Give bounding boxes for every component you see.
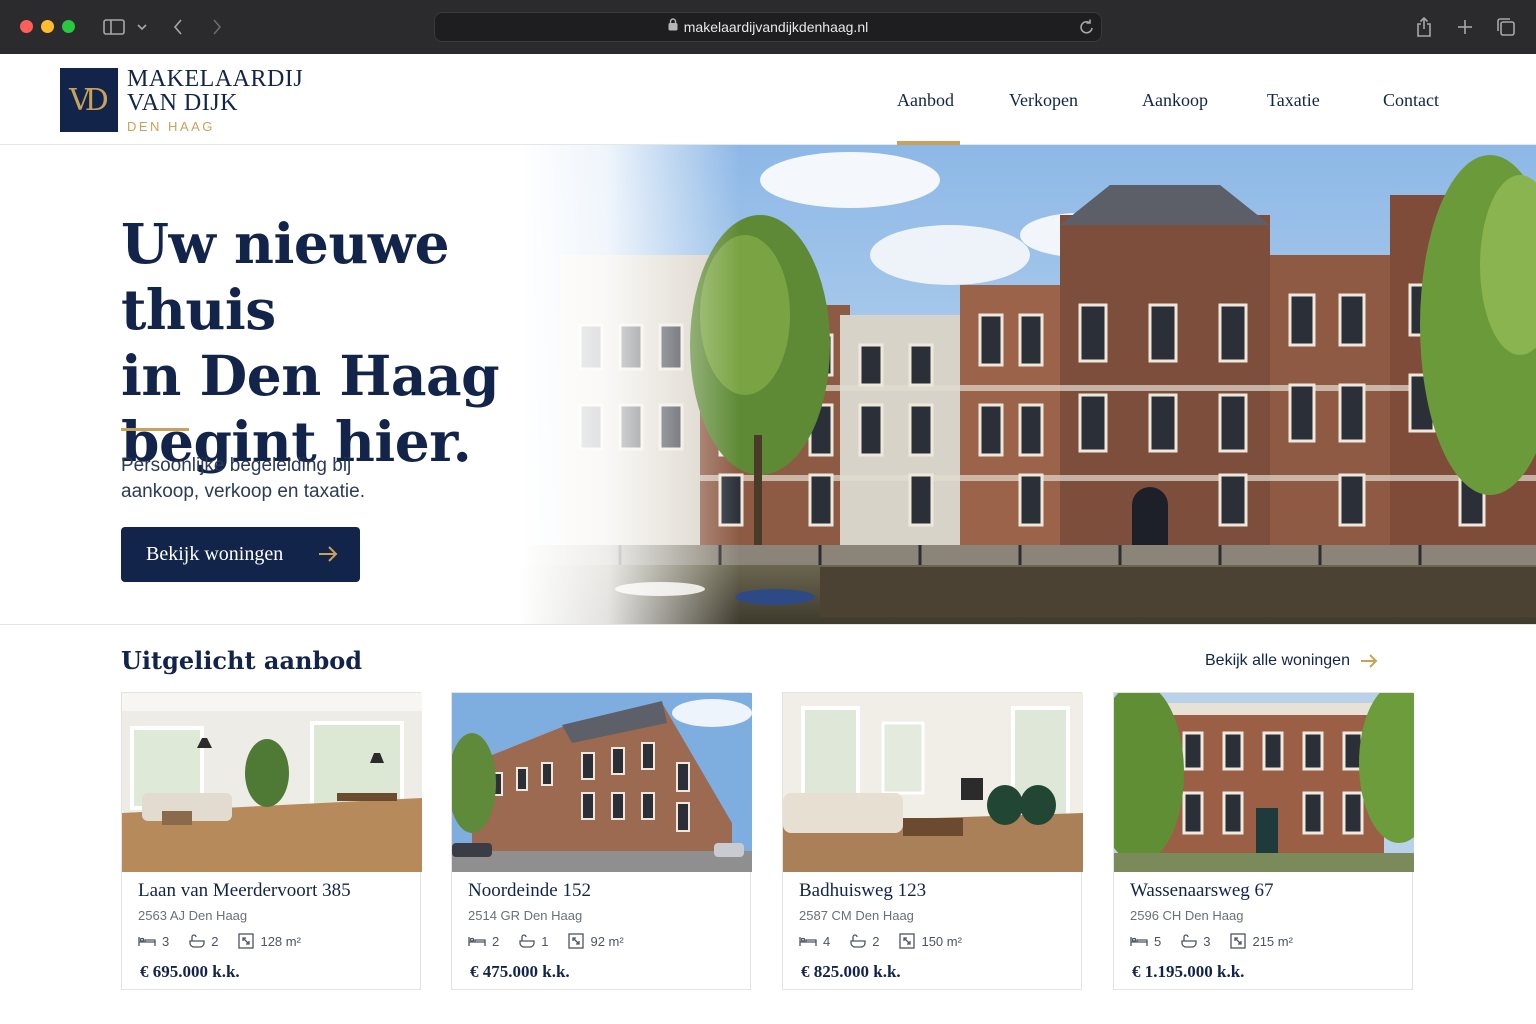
url-text: makelaardijvandijkdenhaag.nl	[683, 19, 869, 35]
listing-card[interactable]: Laan van Meerdervoort 385 2563 AJ Den Ha…	[121, 692, 422, 990]
floor-area-icon	[568, 933, 585, 949]
listing-photo-exterior[interactable]	[1114, 693, 1414, 872]
nav-item-aankoop[interactable]: Aankoop	[1142, 90, 1208, 111]
listing-postcode: 2596 CH Den Haag	[1130, 908, 1244, 923]
listing-postcode: 2563 AJ Den Haag	[138, 908, 248, 923]
listing-card[interactable]: Badhuisweg 123 2587 CM Den Haag 4 2 150 …	[782, 692, 1083, 990]
nav-item-verkopen[interactable]: Verkopen	[1009, 90, 1078, 111]
hero-subtitle-line-1: Persoonlijke begeleiding bij	[121, 455, 352, 476]
nav-item-contact[interactable]: Contact	[1383, 90, 1439, 111]
listing-postcode: 2514 GR Den Haag	[468, 908, 583, 923]
listing-specs: 5 3 215 m²	[1130, 933, 1313, 949]
listing-area: 92 m²	[590, 933, 624, 949]
hero-subtitle-line-2: aankoop, verkoop en taxatie.	[121, 481, 366, 502]
bath-icon	[850, 934, 866, 948]
zoom-window-button[interactable]	[62, 20, 75, 33]
listing-specs: 4 2 150 m²	[799, 933, 982, 949]
listing-bedrooms: 2	[492, 933, 500, 949]
listing-photo-interior[interactable]	[122, 693, 422, 872]
listing-bedrooms: 3	[162, 933, 170, 949]
view-homes-button[interactable]: Bekijk woningen	[121, 527, 360, 582]
listing-bedrooms: 4	[823, 933, 831, 949]
floor-area-icon	[238, 933, 255, 949]
sidebar-toggle-icon[interactable]	[102, 14, 126, 40]
listing-bathrooms: 3	[1203, 933, 1211, 949]
address-bar[interactable]: makelaardijvandijkdenhaag.nl	[434, 12, 1102, 42]
browser-toolbar: makelaardijvandijkdenhaag.nl	[0, 0, 1536, 54]
bath-icon	[519, 934, 535, 948]
nav-item-taxatie[interactable]: Taxatie	[1267, 90, 1320, 111]
arrow-right-icon	[1360, 654, 1378, 668]
listing-street[interactable]: Laan van Meerdervoort 385	[138, 880, 351, 902]
listing-street[interactable]: Noordeinde 152	[468, 880, 591, 902]
hero-title-line-2: in Den Haag	[121, 343, 500, 408]
listing-specs: 3 2 128 m²	[138, 933, 321, 949]
listing-street[interactable]: Wassenaarsweg 67	[1130, 880, 1274, 902]
featured-title: Uitgelicht aanbod	[121, 646, 363, 675]
bath-icon	[1181, 934, 1197, 948]
hero-title-line-1: Uw nieuwe thuis	[121, 211, 450, 342]
bed-icon	[799, 937, 817, 946]
listing-postcode: 2587 CM Den Haag	[799, 908, 914, 923]
new-tab-icon[interactable]	[1455, 14, 1475, 40]
forward-arrow-icon[interactable]	[209, 14, 225, 40]
hero-accent-rule	[121, 428, 189, 431]
chevron-down-icon[interactable]	[135, 14, 149, 40]
listing-price: € 1.195.000 k.k.	[1132, 962, 1245, 981]
bed-icon	[1130, 937, 1148, 946]
arrow-right-icon	[318, 545, 338, 569]
close-window-button[interactable]	[20, 20, 33, 33]
minimize-window-button[interactable]	[41, 20, 54, 33]
listing-price: € 825.000 k.k.	[801, 962, 901, 981]
listing-bedrooms: 5	[1154, 933, 1162, 949]
bed-icon	[468, 937, 486, 946]
hero-subtitle: Persoonlijke begeleiding bij aankoop, ve…	[121, 453, 421, 505]
listing-card[interactable]: Noordeinde 152 2514 GR Den Haag 2 1 92 m…	[451, 692, 752, 990]
listing-bathrooms: 2	[872, 933, 880, 949]
reload-icon[interactable]	[1079, 18, 1095, 41]
web-page: VD MAKELAARDIJ VAN DIJK DEN HAAG Aanbod …	[0, 54, 1536, 1024]
tab-overview-icon[interactable]	[1495, 14, 1517, 40]
bath-icon	[189, 934, 205, 948]
listing-price: € 475.000 k.k.	[470, 962, 570, 981]
lock-icon	[668, 18, 678, 36]
view-all-homes-link[interactable]: Bekijk alle woningen	[1205, 652, 1378, 670]
listing-street[interactable]: Badhuisweg 123	[799, 880, 926, 902]
listing-photo-interior[interactable]	[783, 693, 1083, 872]
listing-bathrooms: 2	[211, 933, 219, 949]
listing-price: € 695.000 k.k.	[140, 962, 240, 981]
listing-photo-exterior[interactable]	[452, 693, 752, 872]
back-arrow-icon[interactable]	[170, 14, 186, 40]
listing-area: 128 m²	[260, 933, 301, 949]
share-icon[interactable]	[1414, 14, 1434, 40]
section-divider	[0, 624, 1536, 625]
hero-section: Uw nieuwe thuis in Den Haag begint hier.…	[0, 145, 1536, 624]
listing-bathrooms: 1	[541, 933, 549, 949]
nav-item-aanbod[interactable]: Aanbod	[897, 90, 954, 111]
listing-specs: 2 1 92 m²	[468, 933, 644, 949]
listing-area: 150 m²	[921, 933, 962, 949]
bed-icon	[138, 937, 156, 946]
listing-area: 215 m²	[1252, 933, 1293, 949]
view-homes-button-label: Bekijk woningen	[146, 543, 284, 565]
view-all-homes-label: Bekijk alle woningen	[1205, 652, 1350, 669]
floor-area-icon	[1230, 933, 1247, 949]
hero-title: Uw nieuwe thuis in Den Haag begint hier.	[121, 211, 591, 475]
floor-area-icon	[899, 933, 916, 949]
main-nav: Aanbod Verkopen Aankoop Taxatie Contact	[0, 54, 1536, 145]
listing-card[interactable]: Wassenaarsweg 67 2596 CH Den Haag 5 3 21…	[1113, 692, 1414, 990]
site-header: VD MAKELAARDIJ VAN DIJK DEN HAAG Aanbod …	[0, 54, 1536, 145]
